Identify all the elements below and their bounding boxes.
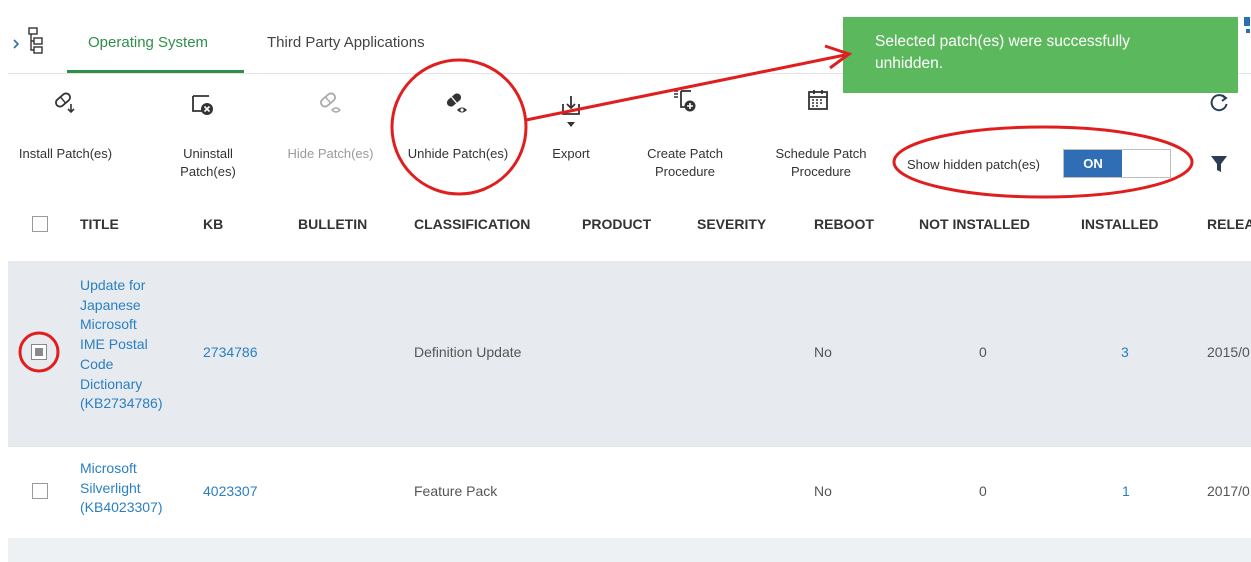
row-title-link[interactable]: Microsoft Silverlight (KB4023307): [80, 459, 163, 518]
classification-cell: Definition Update: [414, 344, 522, 360]
row-checkbox-selected[interactable]: [31, 344, 47, 360]
export-icon: [562, 96, 580, 115]
filter-icon[interactable]: [1210, 155, 1228, 173]
schedule-patch-procedure-button[interactable]: Schedule Patch Procedure: [762, 82, 880, 182]
not-installed-cell: 0: [979, 344, 987, 360]
row-checkbox[interactable]: [32, 483, 48, 499]
title-line: Microsoft: [80, 316, 137, 333]
horizontal-scrollbar[interactable]: [8, 538, 1251, 562]
title-line: Microsoft: [80, 460, 137, 476]
create-procedure-label-line1: Create Patch: [647, 146, 723, 161]
show-hidden-toggle[interactable]: ON: [1063, 149, 1171, 178]
table-row[interactable]: [8, 446, 1251, 538]
title-line: IME Postal: [80, 336, 148, 353]
select-all-checkbox[interactable]: [32, 216, 48, 232]
column-header-severity[interactable]: SEVERITY: [697, 216, 766, 232]
kb-link[interactable]: 2734786: [203, 344, 258, 360]
column-header-title[interactable]: TITLE: [80, 216, 119, 232]
title-line: (KB4023307): [80, 499, 163, 516]
success-toast: Selected patch(es) were successfully unh…: [843, 17, 1238, 93]
kb-link[interactable]: 4023307: [203, 483, 258, 499]
tab-third-party-applications[interactable]: Third Party Applications: [267, 34, 425, 51]
hide-patches-button[interactable]: Hide Patch(es): [278, 82, 383, 182]
column-header-not-installed[interactable]: NOT INSTALLED: [919, 216, 1030, 232]
toast-message: Selected patch(es) were successfully unh…: [875, 33, 1131, 72]
hide-patch-icon: [320, 92, 341, 113]
column-header-release[interactable]: RELEA: [1207, 216, 1251, 232]
install-patch-icon: [55, 92, 75, 114]
unhide-patches-button[interactable]: Unhide Patch(es): [398, 82, 518, 182]
installed-count-link[interactable]: 3: [1121, 344, 1129, 360]
column-header-bulletin[interactable]: BULLETIN: [298, 216, 367, 232]
unhide-patch-icon: [446, 93, 467, 113]
installed-count-link[interactable]: 1: [1122, 483, 1130, 499]
hide-patches-label: Hide Patch(es): [287, 146, 374, 161]
title-line: Dictionary: [80, 375, 143, 392]
row-divider: [8, 446, 1251, 447]
reboot-cell: No: [814, 483, 832, 499]
create-procedure-icon: [674, 90, 696, 112]
create-patch-procedure-button[interactable]: Create Patch Procedure: [630, 82, 740, 182]
toggle-on-state: ON: [1064, 150, 1122, 177]
schedule-label-line2: Procedure: [791, 164, 851, 179]
install-patches-button[interactable]: Install Patch(es): [8, 82, 123, 182]
title-line: (KB2734786): [80, 395, 163, 412]
schedule-label-line1: Schedule Patch: [775, 146, 867, 161]
not-installed-cell: 0: [979, 483, 987, 499]
create-procedure-label-line2: Procedure: [655, 164, 715, 179]
unhide-patches-label: Unhide Patch(es): [407, 146, 509, 161]
checkbox-indeterminate-mark: [35, 348, 43, 356]
column-header-reboot[interactable]: REBOOT: [814, 216, 874, 232]
title-line: Code: [80, 355, 114, 372]
release-date-cell: 2017/0: [1207, 483, 1250, 499]
classification-cell: Feature Pack: [414, 483, 498, 499]
tree-toggle-icon[interactable]: [12, 26, 46, 56]
refresh-icon[interactable]: [1208, 92, 1230, 114]
title-line: Update for: [80, 277, 146, 293]
column-header-product[interactable]: PRODUCT: [582, 216, 651, 232]
uninstall-patch-icon: [192, 95, 213, 115]
panel-edge-icon: [1244, 17, 1250, 33]
table-row[interactable]: [8, 261, 1251, 446]
calendar-icon: [808, 90, 828, 110]
tab-operating-system[interactable]: Operating System: [88, 34, 208, 51]
title-line: Japanese: [80, 296, 141, 313]
uninstall-patches-button[interactable]: Uninstall Patch(es): [158, 82, 258, 182]
release-date-cell: 2015/0: [1207, 344, 1250, 360]
reboot-cell: No: [814, 344, 832, 360]
uninstall-label-line2: Patch(es): [180, 164, 236, 179]
column-header-classification[interactable]: CLASSIFICATION: [414, 216, 530, 232]
chevron-down-icon: [567, 122, 575, 127]
column-header-kb[interactable]: KB: [203, 216, 223, 232]
column-header-installed[interactable]: INSTALLED: [1081, 216, 1159, 232]
install-patches-label: Install Patch(es): [18, 146, 113, 161]
export-label: Export: [552, 146, 590, 161]
title-line: Silverlight: [80, 479, 141, 496]
export-button[interactable]: Export: [540, 82, 602, 182]
row-title-link[interactable]: Update for Japanese Microsoft IME Postal…: [80, 276, 163, 414]
uninstall-label-line1: Uninstall: [183, 146, 233, 161]
show-hidden-label: Show hidden patch(es): [907, 157, 1040, 172]
